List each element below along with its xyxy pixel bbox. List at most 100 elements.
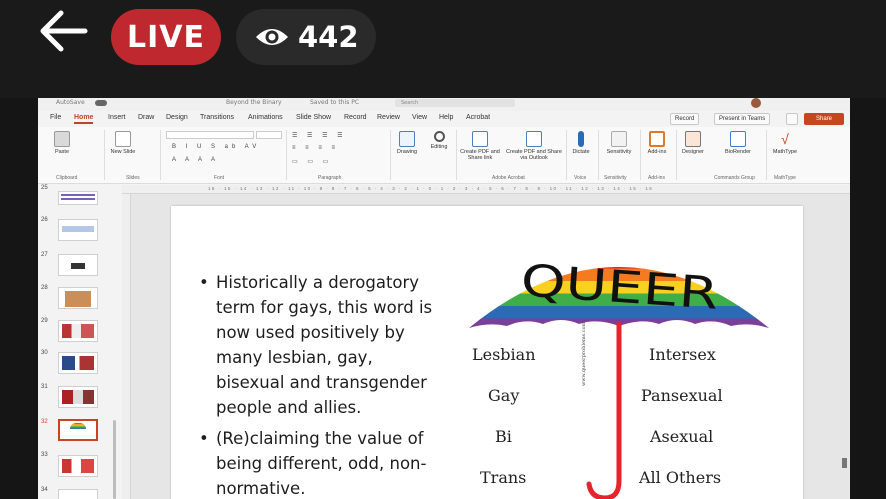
thumbnail-scrollbar[interactable]: [113, 420, 116, 499]
ribbon-divider: [640, 130, 641, 180]
group-mathtype: MathType: [774, 175, 796, 181]
comment-button[interactable]: [786, 113, 798, 125]
font-size-select[interactable]: [256, 131, 282, 139]
biorender-button[interactable]: BioRender: [720, 131, 756, 155]
tab-view[interactable]: View: [412, 114, 427, 121]
tab-record[interactable]: Record: [344, 114, 367, 121]
viewer-count-pill: 442: [236, 9, 376, 65]
canvas-scrollbar-thumb[interactable]: [842, 458, 847, 468]
live-badge: LIVE: [111, 9, 221, 65]
tab-slide-show[interactable]: Slide Show: [296, 114, 331, 121]
drawing-button[interactable]: Drawing: [394, 131, 420, 155]
back-button[interactable]: [36, 8, 92, 54]
slide-number: 32: [41, 419, 48, 425]
bullet-item: (Re)claiming the value of being differen…: [197, 426, 437, 499]
tab-acrobat[interactable]: Acrobat: [466, 114, 490, 121]
file-name: Beyond the Binary: [226, 99, 282, 106]
record-button[interactable]: Record: [670, 113, 700, 125]
identity-label-intersex: Intersex: [649, 345, 716, 364]
identity-label-lesbian: Lesbian: [472, 345, 536, 364]
tab-transitions[interactable]: Transitions: [200, 114, 234, 121]
group-clipboard: Clipboard: [56, 175, 78, 181]
slide-thumbnail-32[interactable]: [58, 419, 98, 441]
avatar[interactable]: [751, 98, 761, 108]
designer-button[interactable]: Designer: [678, 131, 708, 155]
new-slide-button[interactable]: New Slide: [110, 131, 136, 155]
identity-label-all-others: All Others: [639, 468, 722, 487]
identity-label-trans: Trans: [480, 468, 527, 487]
slide-number: 27: [41, 252, 48, 258]
dictate-button[interactable]: Dictate: [568, 131, 594, 155]
tab-file[interactable]: File: [50, 114, 61, 121]
drawing-label: Drawing: [396, 149, 418, 155]
group-font: Font: [214, 175, 225, 181]
identity-label-gay: Gay: [488, 386, 520, 405]
spacing-buttons[interactable]: ▭ ▭ ▭: [292, 158, 332, 165]
create-pdf-label: Create PDF and Share link: [460, 149, 500, 161]
thumbnail-art: [62, 324, 94, 338]
save-status: Saved to this PC: [310, 99, 360, 106]
tab-animations[interactable]: Animations: [248, 114, 283, 121]
slide-thumbnail-33[interactable]: [58, 455, 98, 477]
slide-thumbnail-34[interactable]: [58, 489, 98, 499]
slide-thumbnail-31[interactable]: [58, 386, 98, 408]
thumbnail-art: [71, 263, 85, 269]
align-buttons[interactable]: ≡ ≡ ≡ ≡: [292, 145, 339, 151]
list-buttons[interactable]: ☰ ☰ ☰ ☰: [292, 132, 347, 139]
create-pdf-outlook-label: Create PDF and Share via Outlook: [506, 149, 562, 161]
ribbon-divider: [766, 130, 767, 180]
paste-label: Paste: [54, 149, 70, 155]
addins-button[interactable]: Add-ins: [642, 131, 672, 155]
share-button[interactable]: Share: [804, 113, 844, 125]
tab-home[interactable]: Home: [74, 114, 94, 124]
create-pdf-share-link-button[interactable]: Create PDF and Share link: [458, 131, 502, 161]
microphone-icon: [578, 131, 584, 147]
mathtype-label: MathType: [772, 149, 798, 155]
slide-number: 25: [41, 185, 48, 191]
ribbon-divider: [104, 130, 105, 180]
tab-insert[interactable]: Insert: [108, 114, 126, 121]
ribbon: Paste Clipboard New Slide Slides B I U S…: [38, 127, 850, 184]
tab-design[interactable]: Design: [166, 114, 188, 121]
biorender-icon: [730, 131, 746, 147]
font-format-buttons[interactable]: B I U S ab AV: [172, 144, 260, 150]
vertical-ruler: [122, 194, 131, 499]
slide-number: 29: [41, 318, 48, 324]
slide-thumbnail-27[interactable]: [58, 254, 98, 276]
ribbon-divider: [676, 130, 677, 180]
slide-thumbnail-28[interactable]: [58, 287, 98, 309]
ribbon-divider: [598, 130, 599, 180]
current-slide[interactable]: Historically a derogatory term for gays,…: [171, 206, 803, 499]
group-adobe: Adobe Acrobat: [492, 175, 525, 181]
font-color-buttons[interactable]: A A A A: [172, 157, 219, 163]
font-family-select[interactable]: [166, 131, 254, 139]
designer-label: Designer: [681, 149, 704, 155]
identity-label-bi: Bi: [495, 427, 512, 446]
create-pdf-outlook-button[interactable]: Create PDF and Share via Outlook: [504, 131, 564, 161]
dictate-label: Dictate: [572, 149, 590, 155]
editing-button[interactable]: Editing: [426, 131, 452, 150]
horizontal-ruler: 16 · 15 · 14 · 13 · 12 · 11 · 10 · 9 · 8…: [122, 185, 850, 194]
slide-number: 28: [41, 285, 48, 291]
tab-review[interactable]: Review: [377, 114, 400, 121]
thumbnail-art: [62, 356, 94, 370]
slide-thumbnail-26[interactable]: [58, 219, 98, 241]
addins-label: Add-ins: [647, 149, 667, 155]
paste-button[interactable]: Paste: [50, 131, 74, 155]
slide-thumbnail-25[interactable]: [58, 191, 98, 205]
tab-draw[interactable]: Draw: [138, 114, 154, 121]
live-overlay-bar: LIVE 442: [0, 0, 886, 98]
slide-thumbnail-30[interactable]: [58, 352, 98, 374]
viewer-count: 442: [298, 20, 359, 54]
sensitivity-button[interactable]: Sensitivity: [602, 131, 636, 155]
present-in-teams-button[interactable]: Present in Teams: [714, 113, 771, 125]
search-input[interactable]: Search: [395, 99, 515, 107]
mathtype-button[interactable]: √ MathType: [768, 131, 802, 155]
search-icon: [433, 131, 445, 142]
slide-thumbnail-pane: 25 26 27 28 29 30 31 32 33 34: [38, 185, 118, 499]
tab-help[interactable]: Help: [439, 114, 453, 121]
clipboard-icon: [54, 131, 70, 147]
group-voice: Voice: [574, 175, 587, 181]
autosave-toggle[interactable]: [95, 100, 107, 106]
slide-thumbnail-29[interactable]: [58, 320, 98, 342]
